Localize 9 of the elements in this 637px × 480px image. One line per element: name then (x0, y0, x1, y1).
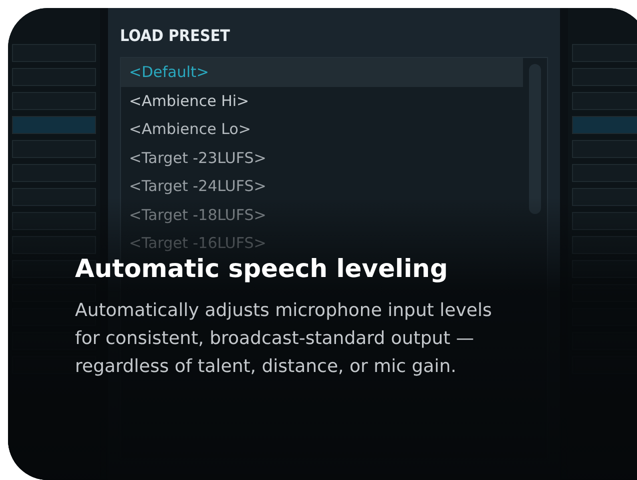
preset-item[interactable]: <Ambience Lo> (121, 115, 523, 144)
preset-item[interactable]: <Default> (121, 58, 523, 86)
scrollbar[interactable] (529, 64, 541, 214)
preset-item[interactable]: <Target -18LUFS> (121, 200, 523, 229)
preset-item[interactable]: <Ambience Hi> (121, 86, 523, 115)
dialog-title: LOAD PRESET (120, 26, 231, 45)
preset-item[interactable]: <Target -23LUFS> (121, 144, 523, 172)
preset-item[interactable]: <Target -24LUFS> (121, 172, 523, 200)
feature-description: Automatically adjusts microphone input levels for consistent, broadcast-standard output — regardless of talent, distance, or mic gain. (75, 299, 493, 379)
